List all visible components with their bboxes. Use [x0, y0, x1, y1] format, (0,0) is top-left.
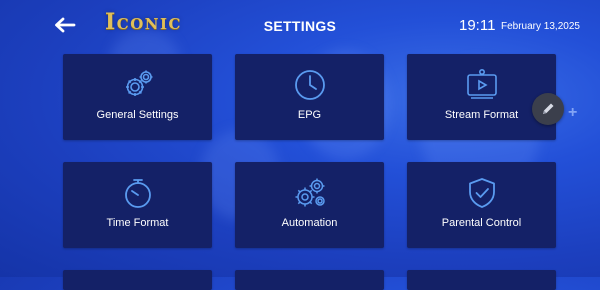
tile-label: Automation [281, 217, 338, 229]
video-player-icon [466, 68, 497, 99]
tile-parental-control[interactable]: Parental Control [407, 162, 556, 248]
tile-label: General Settings [96, 109, 179, 121]
clock-time: 19:11 [459, 17, 496, 34]
current-date: February 13,2025 [501, 21, 580, 32]
tile-partial[interactable] [235, 270, 384, 290]
tile-label: EPG [297, 109, 322, 121]
tile-time-format[interactable]: Time Format [63, 162, 212, 248]
tile-automation[interactable]: Automation [235, 162, 384, 248]
gears-icon [125, 70, 152, 96]
plus-icon: + [568, 104, 578, 121]
stopwatch-icon [124, 179, 151, 208]
top-bar: Iconic SETTINGS 19:11 February 13,2025 [0, 0, 600, 52]
tile-epg[interactable]: EPG [235, 54, 384, 140]
pencil-icon [543, 103, 554, 114]
tile-label: Time Format [106, 217, 169, 229]
tile-general-settings[interactable]: General Settings [63, 54, 212, 140]
tile-partial[interactable] [63, 270, 212, 290]
tile-stream-format[interactable]: Stream Format [407, 54, 556, 140]
tile-partial[interactable] [407, 270, 556, 290]
edit-button[interactable] [532, 93, 564, 125]
shield-check-icon [468, 178, 495, 208]
tile-label: Parental Control [441, 217, 522, 229]
clock-icon [294, 70, 325, 100]
automation-gears-icon [295, 178, 325, 207]
